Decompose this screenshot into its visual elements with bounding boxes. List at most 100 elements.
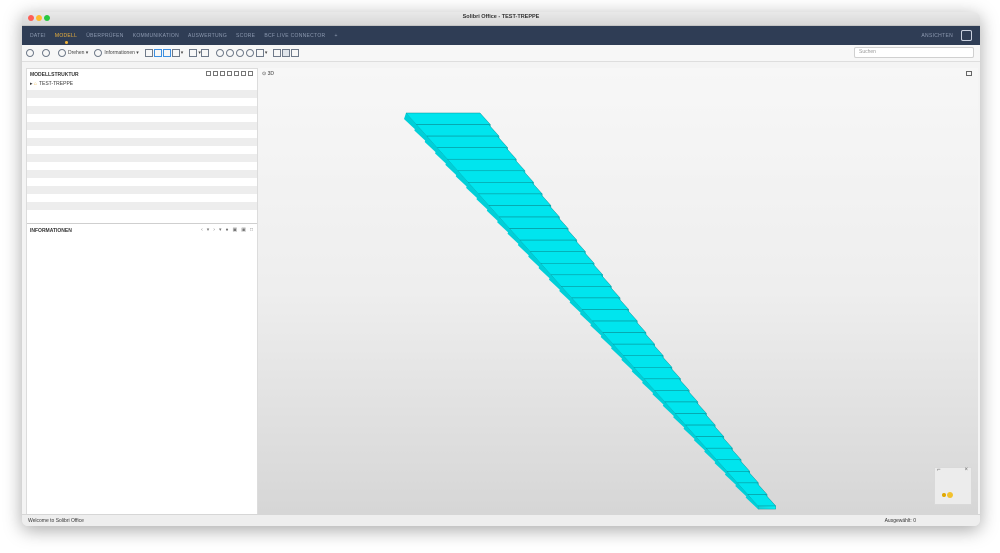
menu-kommunikation[interactable]: KOMMUNIKATION	[133, 33, 179, 39]
settings-icon[interactable]: ▣	[233, 227, 238, 233]
3d-view[interactable]: ⊙ 3D ⌐ ×	[258, 68, 978, 514]
menu-add-button[interactable]: +	[334, 33, 337, 39]
layers-icon	[291, 49, 300, 57]
structure-title: MODELLSTRUKTUR	[30, 71, 79, 78]
structure-panel-header: MODELLSTRUKTUR	[27, 69, 257, 80]
stair-tread	[415, 124, 500, 137]
stair-tread	[457, 170, 535, 183]
list-item	[27, 98, 257, 106]
back-icon[interactable]: ‹	[201, 227, 203, 233]
expand-arrow-icon[interactable]: ▸	[30, 81, 33, 87]
zoom-out-icon	[235, 49, 244, 57]
menu-datei[interactable]: DATEI	[30, 33, 46, 39]
list-item	[27, 170, 257, 178]
title-bar: Solibri Office - TEST-TREPPE	[22, 12, 980, 26]
list-item	[27, 186, 257, 194]
filter-icon	[171, 49, 180, 57]
status-message: Welcome to Solibri Office	[28, 518, 84, 524]
maximize-icon[interactable]	[248, 71, 253, 76]
menu-score[interactable]: SCORE	[236, 33, 255, 39]
list-item	[27, 122, 257, 130]
list-item	[27, 178, 257, 186]
selection-count: Ausgewählt: 0	[884, 518, 916, 524]
compass-dot	[942, 493, 946, 497]
stair-tread	[426, 135, 509, 148]
plan-icon	[282, 49, 291, 57]
menu-ueberpruefen[interactable]: ÜBERPRÜFEN	[86, 33, 123, 39]
zoom-selection-icon	[245, 49, 254, 57]
redo-icon	[42, 49, 50, 57]
cube-icon	[200, 49, 209, 57]
stair-tread	[467, 182, 543, 195]
camera-dot	[947, 492, 953, 498]
menu-bcf-live-connector[interactable]: BCF LIVE CONNECTOR	[264, 33, 325, 39]
list-item	[27, 162, 257, 170]
corner-icon: ⌐	[937, 467, 941, 473]
undo-icon	[26, 49, 34, 57]
window-title: Solibri Office - TEST-TREPPE	[462, 14, 540, 20]
list-item	[27, 138, 257, 146]
rotate-button[interactable]: Drehen ▾	[58, 49, 88, 57]
settings-icon[interactable]: ▣	[241, 227, 246, 233]
tree-root-item[interactable]: ▸ ⌂ TEST-TREPPE	[27, 80, 257, 88]
stair-riser	[757, 505, 776, 510]
menu-auswertung[interactable]: AUSWERTUNG	[188, 33, 227, 39]
list-item	[27, 194, 257, 202]
info-button[interactable]: Informationen ▾	[94, 49, 139, 57]
isolate-icon	[153, 49, 162, 57]
stair-tread	[519, 239, 587, 252]
settings-icon[interactable]	[234, 71, 239, 76]
forward-icon[interactable]: ›	[213, 227, 215, 233]
info-label: Informationen	[104, 50, 135, 56]
tree-tool-icon[interactable]	[227, 71, 232, 76]
visibility-tools[interactable]: ▾	[144, 49, 183, 57]
redo-button[interactable]	[42, 49, 52, 57]
info-icon	[94, 49, 103, 57]
color-icon[interactable]: ●	[225, 227, 228, 233]
stair-model[interactable]	[258, 68, 978, 514]
walk-icon	[273, 49, 282, 57]
stair-tread	[477, 193, 552, 206]
view-tools[interactable]: ▾	[189, 49, 210, 57]
list-item	[27, 154, 257, 162]
tree-tool-icon[interactable]	[206, 71, 211, 76]
tree-tool-icon[interactable]	[220, 71, 225, 76]
zoom-in-icon	[225, 49, 234, 57]
close-icon[interactable]: ×	[964, 467, 968, 473]
walk-tools[interactable]	[273, 49, 300, 57]
undo-button[interactable]	[26, 49, 36, 57]
list-item	[27, 106, 257, 114]
views-menu[interactable]: ANSICHTEN	[921, 33, 953, 39]
stair-tread	[405, 112, 491, 125]
list-item	[27, 202, 257, 210]
search-input[interactable]: Suchen	[854, 47, 974, 58]
zoom-fit-icon	[215, 49, 224, 57]
list-item	[27, 114, 257, 122]
info-panel: INFORMATIONEN ‹ ▾ › ▾ ● ▣ ▣ □	[27, 225, 257, 236]
panel-splitter[interactable]	[27, 223, 257, 224]
stair-tread	[436, 147, 517, 160]
main-menu: DATEI MODELL ÜBERPRÜFEN KOMMUNIKATION AU…	[30, 26, 347, 45]
dropdown-icon[interactable]: ▾	[219, 227, 222, 233]
tree-root-label: TEST-TREPPE	[38, 81, 74, 87]
navigation-cube[interactable]: ⌐ ×	[934, 467, 972, 505]
tree-tool-icon[interactable]	[213, 71, 218, 76]
toolbar: Drehen ▾ Informationen ▾ ▾ ▾ ▾ Suchen	[22, 45, 980, 62]
tree-rows	[27, 90, 257, 218]
pan-icon	[255, 49, 264, 57]
rotate-icon	[58, 49, 66, 57]
list-item	[27, 210, 257, 218]
show-all-icon	[162, 49, 171, 57]
views-icon[interactable]	[961, 30, 972, 41]
status-bar: Welcome to Solibri Office Ausgewählt: 0	[22, 514, 980, 526]
stair-tread	[508, 228, 578, 241]
stair-tread	[498, 216, 569, 229]
menu-modell[interactable]: MODELL	[55, 33, 77, 44]
dropdown-icon[interactable]: ▾	[207, 227, 210, 233]
main-menu-bar: DATEI MODELL ÜBERPRÜFEN KOMMUNIKATION AU…	[22, 26, 980, 45]
maximize-icon[interactable]: □	[250, 227, 253, 233]
hide-icon	[144, 49, 153, 57]
zoom-tools[interactable]: ▾	[215, 49, 267, 57]
settings-icon[interactable]	[241, 71, 246, 76]
rotate-label: Drehen	[68, 50, 85, 56]
